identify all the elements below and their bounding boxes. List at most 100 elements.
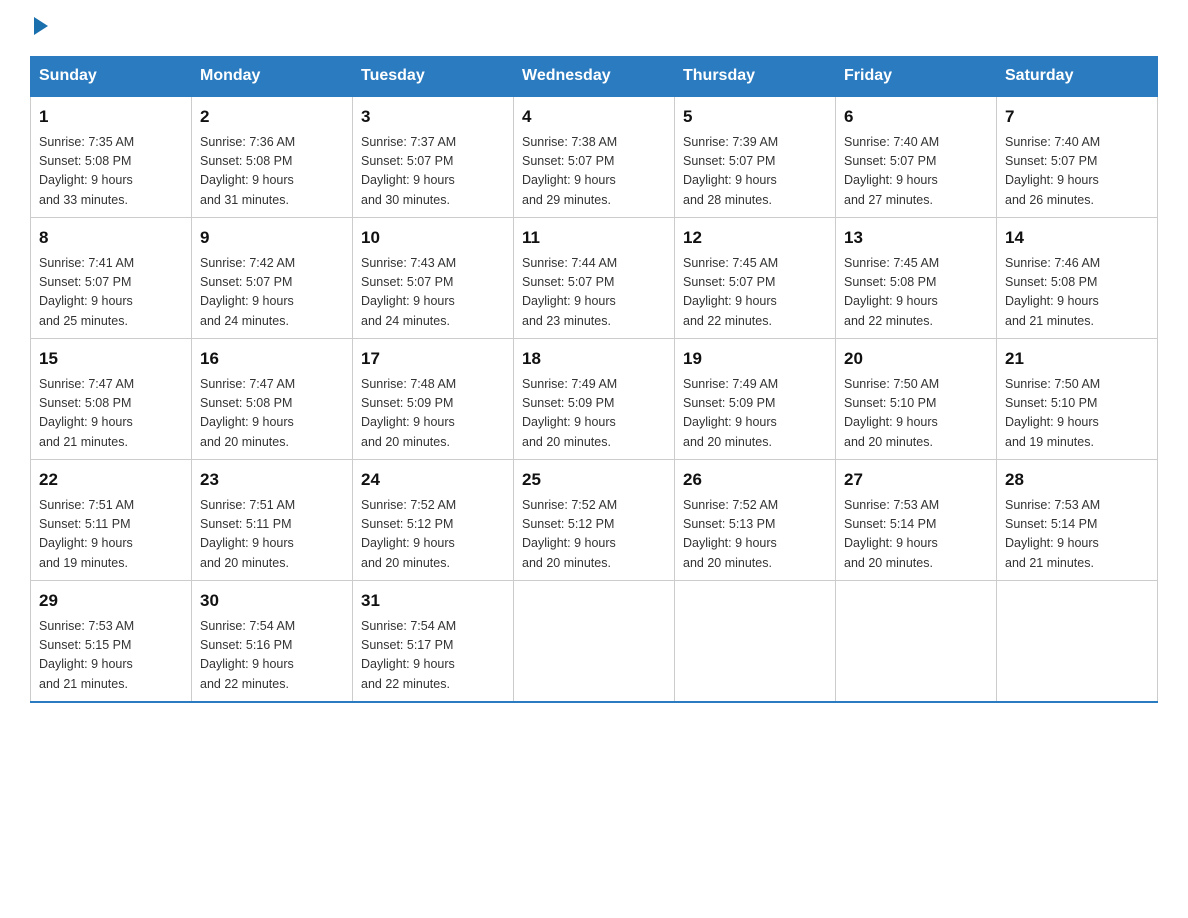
col-header-friday: Friday — [836, 57, 997, 97]
day-info: Sunrise: 7:52 AMSunset: 5:12 PMDaylight:… — [522, 496, 666, 574]
calendar-cell: 3Sunrise: 7:37 AMSunset: 5:07 PMDaylight… — [353, 96, 514, 218]
day-info: Sunrise: 7:47 AMSunset: 5:08 PMDaylight:… — [200, 375, 344, 453]
day-info: Sunrise: 7:39 AMSunset: 5:07 PMDaylight:… — [683, 133, 827, 211]
calendar-cell: 28 Sunrise: 7:53 AMSunset: 5:14 PMDayligh… — [997, 460, 1158, 581]
calendar-week-row: 15 Sunrise: 7:47 AMSunset: 5:08 PMDayligh… — [31, 339, 1158, 460]
day-number: 18 — [522, 346, 666, 372]
calendar-cell: 10 Sunrise: 7:43 AMSunset: 5:07 PMDayligh… — [353, 218, 514, 339]
col-header-tuesday: Tuesday — [353, 57, 514, 97]
day-number: 14 — [1005, 225, 1149, 251]
day-info: Sunrise: 7:44 AMSunset: 5:07 PMDaylight:… — [522, 254, 666, 332]
day-info: Sunrise: 7:54 AMSunset: 5:17 PMDaylight:… — [361, 617, 505, 695]
calendar-cell: 17 Sunrise: 7:48 AMSunset: 5:09 PMDayligh… — [353, 339, 514, 460]
day-number: 29 — [39, 588, 183, 614]
calendar-table: SundayMondayTuesdayWednesdayThursdayFrid… — [30, 56, 1158, 703]
day-number: 19 — [683, 346, 827, 372]
day-number: 24 — [361, 467, 505, 493]
day-number: 21 — [1005, 346, 1149, 372]
calendar-body: 1 Sunrise: 7:35 AMSunset: 5:08 PMDaylight… — [31, 96, 1158, 702]
calendar-cell: 21 Sunrise: 7:50 AMSunset: 5:10 PMDayligh… — [997, 339, 1158, 460]
day-number: 11 — [522, 225, 666, 251]
calendar-cell: 24 Sunrise: 7:52 AMSunset: 5:12 PMDayligh… — [353, 460, 514, 581]
day-number: 12 — [683, 225, 827, 251]
logo-arrow-icon — [34, 17, 48, 35]
day-info: Sunrise: 7:50 AMSunset: 5:10 PMDaylight:… — [1005, 375, 1149, 453]
calendar-week-row: 22Sunrise: 7:51 AMSunset: 5:11 PMDayligh… — [31, 460, 1158, 581]
col-header-sunday: Sunday — [31, 57, 192, 97]
calendar-week-row: 8Sunrise: 7:41 AMSunset: 5:07 PMDaylight… — [31, 218, 1158, 339]
day-number: 26 — [683, 467, 827, 493]
col-header-thursday: Thursday — [675, 57, 836, 97]
calendar-cell: 14Sunrise: 7:46 AMSunset: 5:08 PMDayligh… — [997, 218, 1158, 339]
day-number: 15 — [39, 346, 183, 372]
day-info: Sunrise: 7:47 AMSunset: 5:08 PMDaylight:… — [39, 375, 183, 453]
day-info: Sunrise: 7:51 AMSunset: 5:11 PMDaylight:… — [39, 496, 183, 574]
calendar-cell: 18 Sunrise: 7:49 AMSunset: 5:09 PMDayligh… — [514, 339, 675, 460]
day-info: Sunrise: 7:48 AMSunset: 5:09 PMDaylight:… — [361, 375, 505, 453]
calendar-cell: 25 Sunrise: 7:52 AMSunset: 5:12 PMDayligh… — [514, 460, 675, 581]
calendar-cell: 4Sunrise: 7:38 AMSunset: 5:07 PMDaylight… — [514, 96, 675, 218]
logo — [30, 20, 48, 38]
calendar-cell: 7 Sunrise: 7:40 AMSunset: 5:07 PMDaylight… — [997, 96, 1158, 218]
day-number: 30 — [200, 588, 344, 614]
page-header — [30, 20, 1158, 38]
calendar-cell: 19 Sunrise: 7:49 AMSunset: 5:09 PMDayligh… — [675, 339, 836, 460]
day-info: Sunrise: 7:54 AMSunset: 5:16 PMDaylight:… — [200, 617, 344, 695]
day-info: Sunrise: 7:42 AMSunset: 5:07 PMDaylight:… — [200, 254, 344, 332]
calendar-cell: 16 Sunrise: 7:47 AMSunset: 5:08 PMDayligh… — [192, 339, 353, 460]
day-number: 8 — [39, 225, 183, 251]
calendar-cell — [836, 581, 997, 703]
calendar-cell: 12 Sunrise: 7:45 AMSunset: 5:07 PMDayligh… — [675, 218, 836, 339]
calendar-cell: 26 Sunrise: 7:52 AMSunset: 5:13 PMDayligh… — [675, 460, 836, 581]
day-number: 9 — [200, 225, 344, 251]
day-number: 23 — [200, 467, 344, 493]
day-info: Sunrise: 7:53 AMSunset: 5:14 PMDaylight:… — [844, 496, 988, 574]
day-number: 7 — [1005, 104, 1149, 130]
day-number: 27 — [844, 467, 988, 493]
calendar-cell: 2 Sunrise: 7:36 AMSunset: 5:08 PMDaylight… — [192, 96, 353, 218]
day-info: Sunrise: 7:52 AMSunset: 5:13 PMDaylight:… — [683, 496, 827, 574]
day-number: 13 — [844, 225, 988, 251]
day-info: Sunrise: 7:45 AMSunset: 5:07 PMDaylight:… — [683, 254, 827, 332]
calendar-cell: 30 Sunrise: 7:54 AMSunset: 5:16 PMDayligh… — [192, 581, 353, 703]
col-header-wednesday: Wednesday — [514, 57, 675, 97]
calendar-cell: 20Sunrise: 7:50 AMSunset: 5:10 PMDayligh… — [836, 339, 997, 460]
day-number: 17 — [361, 346, 505, 372]
day-number: 6 — [844, 104, 988, 130]
calendar-cell: 15 Sunrise: 7:47 AMSunset: 5:08 PMDayligh… — [31, 339, 192, 460]
day-number: 10 — [361, 225, 505, 251]
day-info: Sunrise: 7:43 AMSunset: 5:07 PMDaylight:… — [361, 254, 505, 332]
calendar-cell: 22Sunrise: 7:51 AMSunset: 5:11 PMDayligh… — [31, 460, 192, 581]
day-info: Sunrise: 7:50 AMSunset: 5:10 PMDaylight:… — [844, 375, 988, 453]
day-number: 16 — [200, 346, 344, 372]
day-number: 31 — [361, 588, 505, 614]
day-info: Sunrise: 7:36 AMSunset: 5:08 PMDaylight:… — [200, 133, 344, 211]
day-info: Sunrise: 7:49 AMSunset: 5:09 PMDaylight:… — [522, 375, 666, 453]
col-header-monday: Monday — [192, 57, 353, 97]
day-info: Sunrise: 7:53 AMSunset: 5:14 PMDaylight:… — [1005, 496, 1149, 574]
calendar-cell: 5 Sunrise: 7:39 AMSunset: 5:07 PMDaylight… — [675, 96, 836, 218]
calendar-cell: 9 Sunrise: 7:42 AMSunset: 5:07 PMDaylight… — [192, 218, 353, 339]
calendar-cell: 29 Sunrise: 7:53 AMSunset: 5:15 PMDayligh… — [31, 581, 192, 703]
calendar-cell — [514, 581, 675, 703]
day-info: Sunrise: 7:37 AMSunset: 5:07 PMDaylight:… — [361, 133, 505, 211]
day-number: 2 — [200, 104, 344, 130]
day-info: Sunrise: 7:53 AMSunset: 5:15 PMDaylight:… — [39, 617, 183, 695]
calendar-cell: 23 Sunrise: 7:51 AMSunset: 5:11 PMDayligh… — [192, 460, 353, 581]
calendar-cell: 13Sunrise: 7:45 AMSunset: 5:08 PMDayligh… — [836, 218, 997, 339]
day-info: Sunrise: 7:52 AMSunset: 5:12 PMDaylight:… — [361, 496, 505, 574]
day-info: Sunrise: 7:40 AMSunset: 5:07 PMDaylight:… — [1005, 133, 1149, 211]
day-info: Sunrise: 7:49 AMSunset: 5:09 PMDaylight:… — [683, 375, 827, 453]
calendar-cell: 31 Sunrise: 7:54 AMSunset: 5:17 PMDayligh… — [353, 581, 514, 703]
day-number: 5 — [683, 104, 827, 130]
day-info: Sunrise: 7:51 AMSunset: 5:11 PMDaylight:… — [200, 496, 344, 574]
calendar-header-row: SundayMondayTuesdayWednesdayThursdayFrid… — [31, 57, 1158, 97]
calendar-cell — [675, 581, 836, 703]
day-number: 25 — [522, 467, 666, 493]
day-number: 28 — [1005, 467, 1149, 493]
col-header-saturday: Saturday — [997, 57, 1158, 97]
day-info: Sunrise: 7:35 AMSunset: 5:08 PMDaylight:… — [39, 133, 183, 211]
calendar-week-row: 29 Sunrise: 7:53 AMSunset: 5:15 PMDayligh… — [31, 581, 1158, 703]
day-number: 1 — [39, 104, 183, 130]
calendar-cell: 6Sunrise: 7:40 AMSunset: 5:07 PMDaylight… — [836, 96, 997, 218]
